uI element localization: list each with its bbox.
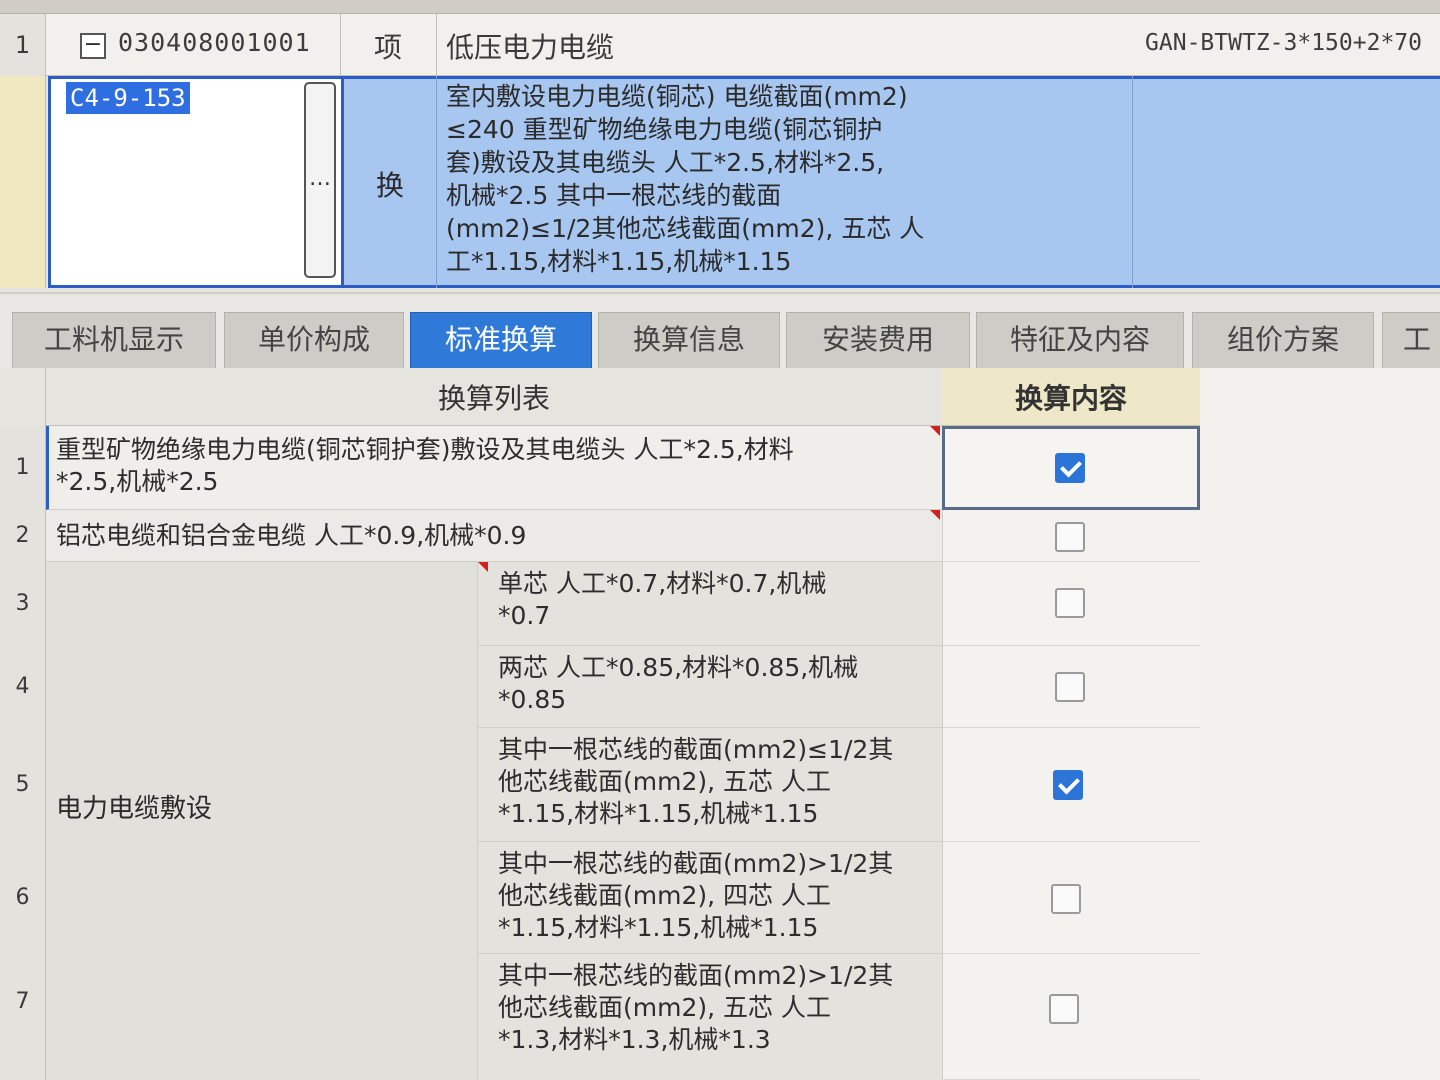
- desc-line: 套)敷设及其电缆头 人工*2.5,材料*2.5,: [446, 148, 885, 177]
- conversion-checkbox[interactable]: [1053, 770, 1083, 800]
- column-divider: [436, 14, 437, 76]
- conversion-row-5[interactable]: 5 其中一根芯线的截面(mm2)≤1/2其 他芯线截面(mm2), 五芯 人工 …: [0, 728, 1200, 842]
- row-number: 5: [0, 728, 46, 842]
- comment-marker-icon: [930, 510, 940, 520]
- conversion-content-cell[interactable]: [942, 646, 1200, 728]
- item-name: 低压电力电缆: [446, 31, 615, 64]
- conversion-content-cell[interactable]: [942, 954, 1200, 1080]
- conversion-row-2[interactable]: 2 铝芯电缆和铝合金电缆 人工*0.9,机械*0.9: [0, 510, 1200, 562]
- comment-marker-icon: [478, 562, 488, 572]
- conversion-row-7[interactable]: 7 其中一根芯线的截面(mm2)>1/2其 他芯线截面(mm2), 五芯 人工 …: [0, 954, 1200, 1080]
- desc-line: 工*1.15,材料*1.15,机械*1.15: [446, 247, 792, 276]
- conversion-content-cell[interactable]: [942, 510, 1200, 562]
- tab-material-machine[interactable]: 工料机显示: [12, 312, 216, 368]
- collapse-toggle-icon[interactable]: −: [80, 33, 106, 59]
- conversion-checkbox[interactable]: [1055, 672, 1085, 702]
- column-divider: [340, 14, 341, 76]
- browse-button[interactable]: …: [304, 82, 336, 278]
- tab-pricing-plan[interactable]: 组价方案: [1192, 312, 1374, 368]
- conversion-text-line: 他芯线截面(mm2), 四芯 人工: [498, 881, 831, 910]
- conversion-text-line: 铝芯电缆和铝合金电缆 人工*0.9,机械*0.9: [56, 521, 527, 550]
- tab-installation-fee[interactable]: 安装费用: [786, 312, 970, 368]
- quota-code-input[interactable]: C4-9-153: [66, 82, 190, 114]
- conversion-text-line: *0.85: [498, 685, 567, 714]
- quota-description: 室内敷设电力电缆(铜芯) 电缆截面(mm2) ≤240 重型矿物绝缘电力电缆(铜…: [446, 80, 966, 278]
- top-grid-header: [0, 0, 1440, 14]
- conversion-text-line: 其中一根芯线的截面(mm2)>1/2其: [498, 849, 894, 878]
- top-item-grid: 1 − 030408001001 项 低压电力电缆 GAN-BTWTZ-3*15…: [0, 0, 1440, 292]
- row-number: 4: [0, 646, 46, 728]
- item-type: 项: [374, 31, 403, 64]
- conversion-row-3[interactable]: 3 单芯 人工*0.7,材料*0.7,机械 *0.7: [0, 562, 1200, 646]
- item-code: 030408001001: [118, 28, 311, 57]
- conversion-grid: 换算列表 换算内容 电力电缆敷设 1 重型矿物绝缘电力电缆(铜芯铜护套)敷设及其…: [0, 368, 1440, 1080]
- empty-area: [1200, 368, 1440, 1080]
- desc-line: ≤240 重型矿物绝缘电力电缆(铜芯铜护: [446, 115, 883, 144]
- conversion-row-1[interactable]: 1 重型矿物绝缘电力电缆(铜芯铜护套)敷设及其电缆头 人工*2.5,材料 *2.…: [0, 426, 1200, 510]
- conversion-text-line: *0.7: [498, 601, 551, 630]
- conversion-content-cell[interactable]: [942, 562, 1200, 646]
- conversion-content-cell[interactable]: [942, 728, 1200, 842]
- conversion-checkbox[interactable]: [1055, 453, 1085, 483]
- quota-type: 换: [376, 169, 405, 202]
- conversion-row-6[interactable]: 6 其中一根芯线的截面(mm2)>1/2其 他芯线截面(mm2), 四芯 人工 …: [0, 842, 1200, 954]
- header-corner: [0, 368, 46, 426]
- conversion-checkbox[interactable]: [1055, 588, 1085, 618]
- conversion-text-line: *1.3,材料*1.3,机械*1.3: [498, 1025, 771, 1054]
- desc-line: 室内敷设电力电缆(铜芯) 电缆截面(mm2): [446, 82, 908, 111]
- tab-features-content[interactable]: 特征及内容: [976, 312, 1184, 368]
- conversion-text-line: 其中一根芯线的截面(mm2)>1/2其: [498, 961, 894, 990]
- item-row-030408001001[interactable]: 1 − 030408001001 项 低压电力电缆 GAN-BTWTZ-3*15…: [0, 14, 1440, 76]
- conversion-content-cell[interactable]: [942, 842, 1200, 954]
- conversion-text-line: 他芯线截面(mm2), 五芯 人工: [498, 993, 831, 1022]
- conversion-row-4[interactable]: 4 两芯 人工*0.85,材料*0.85,机械 *0.85: [0, 646, 1200, 728]
- row-number: 1: [0, 426, 46, 510]
- tab-unit-price[interactable]: 单价构成: [224, 312, 404, 368]
- conversion-text-line: *1.15,材料*1.15,机械*1.15: [498, 913, 819, 942]
- conversion-text-line: 两芯 人工*0.85,材料*0.85,机械: [498, 653, 859, 682]
- row-number: 6: [0, 842, 46, 954]
- column-divider: [1132, 76, 1133, 288]
- detail-tab-bar: 工料机显示 单价构成 标准换算 换算信息 安装费用 特征及内容 组价方案 工: [0, 292, 1440, 368]
- desc-line: (mm2)≤1/2其他芯线截面(mm2), 五芯 人: [446, 214, 925, 243]
- conversion-text-line: 他芯线截面(mm2), 五芯 人工: [498, 767, 831, 796]
- conversion-content-cell[interactable]: [942, 426, 1200, 510]
- header-conversion-content: 换算内容: [942, 368, 1200, 426]
- row-number: 1: [0, 14, 46, 76]
- conversion-text-line: *2.5,机械*2.5: [56, 467, 219, 496]
- row-number-indicator: [0, 76, 46, 288]
- column-divider: [436, 76, 437, 288]
- conversion-checkbox[interactable]: [1051, 884, 1081, 914]
- selected-quota-row[interactable]: C4-9-153 … 换 室内敷设电力电缆(铜芯) 电缆截面(mm2) ≤240…: [0, 76, 1440, 288]
- row-number: 3: [0, 562, 46, 646]
- row-number: 2: [0, 510, 46, 562]
- tab-more[interactable]: 工: [1382, 312, 1440, 368]
- conversion-text-line: 重型矿物绝缘电力电缆(铜芯铜护套)敷设及其电缆头 人工*2.5,材料: [56, 435, 794, 464]
- header-conversion-list: 换算列表: [46, 368, 942, 426]
- desc-line: 机械*2.5 其中一根芯线的截面: [446, 181, 782, 210]
- tab-standard-conversion[interactable]: 标准换算: [410, 312, 592, 368]
- conversion-text-line: 单芯 人工*0.7,材料*0.7,机械: [498, 569, 827, 598]
- conversion-text-line: 其中一根芯线的截面(mm2)≤1/2其: [498, 735, 894, 764]
- row-number: 7: [0, 954, 46, 1080]
- tab-conversion-info[interactable]: 换算信息: [598, 312, 780, 368]
- conversion-checkbox[interactable]: [1049, 994, 1079, 1024]
- conversion-checkbox[interactable]: [1055, 522, 1085, 552]
- comment-marker-icon: [930, 426, 940, 436]
- item-spec: GAN-BTWTZ-3*150+2*70: [1145, 30, 1422, 56]
- conversion-text-line: *1.15,材料*1.15,机械*1.15: [498, 799, 819, 828]
